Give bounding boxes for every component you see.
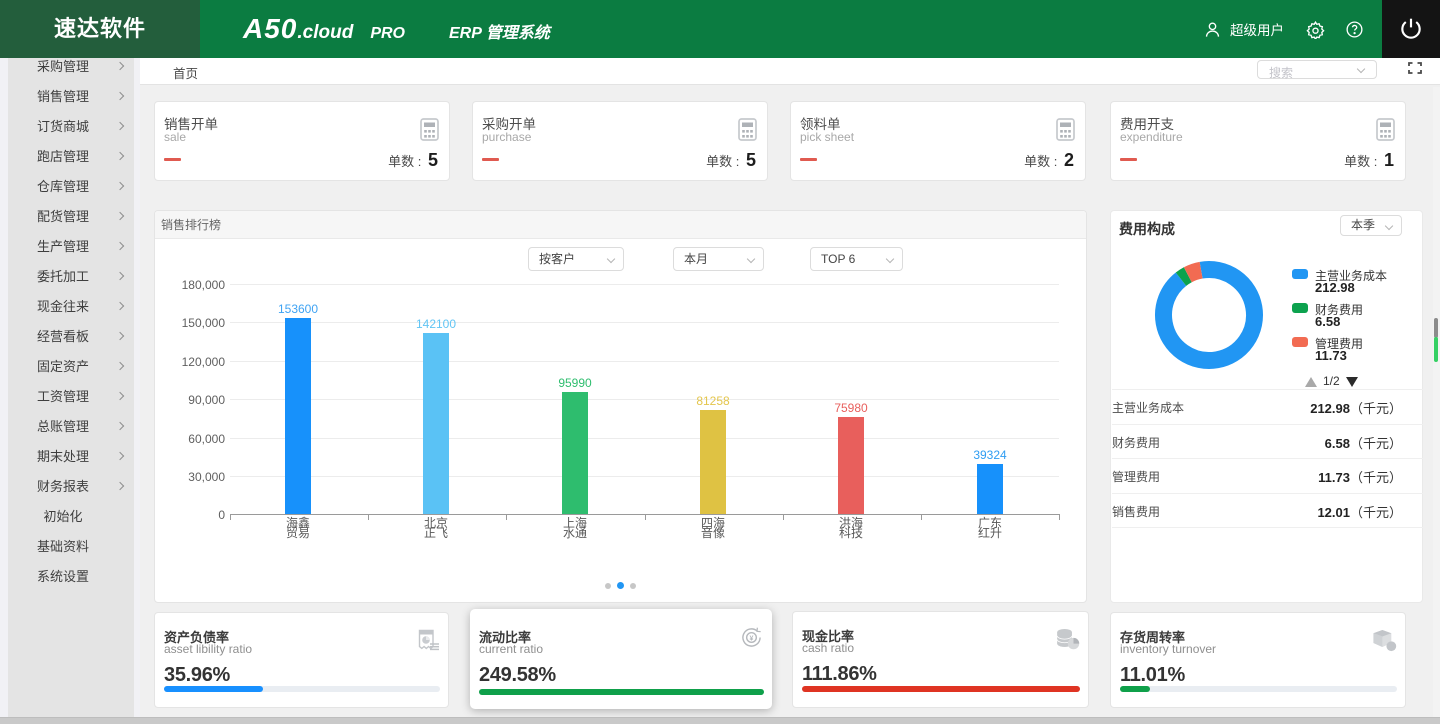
svg-text:¥: ¥ xyxy=(750,636,754,643)
